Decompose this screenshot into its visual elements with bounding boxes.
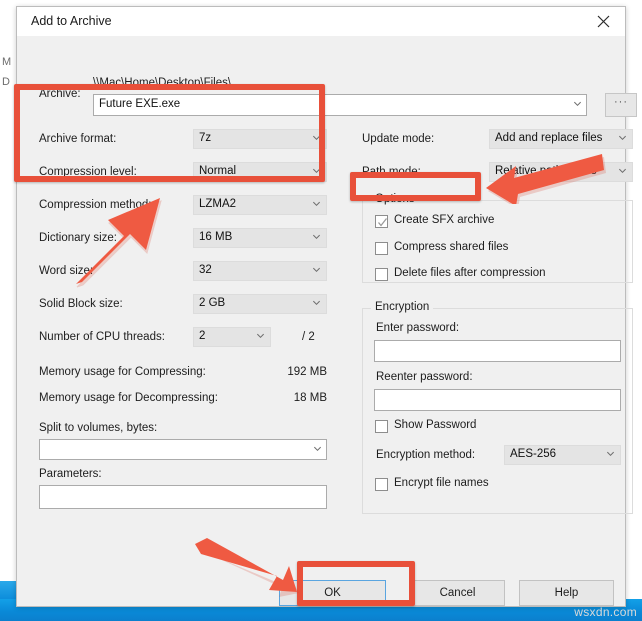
archive-format-label: Archive format: [39,133,116,145]
path-mode-value: Relative pathnames [495,165,597,177]
compress-shared-files-checkbox[interactable] [375,242,388,255]
memory-decompress-label: Memory usage for Decompressing: [39,392,218,404]
reenter-password-label: Reenter password: [376,371,473,383]
encryption-method-combobox[interactable]: AES-256 [504,445,621,465]
dictionary-size-value: 16 MB [199,231,232,243]
chevron-down-icon [618,133,627,142]
memory-compress-label: Memory usage for Compressing: [39,366,206,378]
compression-level-combobox[interactable]: Normal [193,162,327,182]
chevron-down-icon [312,298,321,307]
dictionary-size-combobox[interactable]: 16 MB [193,228,327,248]
show-password-checkbox[interactable] [375,420,388,433]
create-sfx-label: Create SFX archive [394,214,494,226]
watermark: wsxdn.com [574,605,637,619]
enter-password-label: Enter password: [376,322,459,334]
cpu-threads-value: 2 [199,330,205,342]
add-to-archive-dialog: Add to Archive Archive: \\Mac\Home\Deskt… [16,6,626,607]
help-button[interactable]: Help [519,580,614,606]
solid-block-size-label: Solid Block size: [39,298,123,310]
word-size-label: Word size: [39,265,93,277]
parameters-input[interactable] [39,485,327,509]
compression-level-value: Normal [199,165,236,177]
compression-method-combobox[interactable]: LZMA2 [193,195,327,215]
memory-decompress-value: 18 MB [269,392,327,404]
archive-format-combobox[interactable]: 7z [193,129,327,149]
compress-shared-files-label: Compress shared files [394,241,508,253]
show-password-label: Show Password [394,419,476,431]
ok-button[interactable]: OK [279,580,386,606]
dialog-titlebar: Add to Archive [17,7,625,37]
chevron-down-icon [313,444,322,453]
background-text: MD [2,52,16,92]
update-mode-label: Update mode: [362,133,434,145]
dialog-title: Add to Archive [31,14,112,28]
close-icon[interactable] [581,7,625,36]
archive-path-text: \\Mac\Home\Desktop\Files\ [93,77,231,89]
cpu-threads-combobox[interactable]: 2 [193,327,271,347]
dialog-body: Archive: \\Mac\Home\Desktop\Files\ Futur… [17,37,625,607]
chevron-down-icon [312,232,321,241]
chevron-down-icon [256,331,265,340]
cancel-button[interactable]: Cancel [410,580,505,606]
chevron-down-icon [606,449,615,458]
solid-block-size-combobox[interactable]: 2 GB [193,294,327,314]
encryption-group-title: Encryption [371,301,433,313]
cpu-threads-total: / 2 [302,331,315,343]
compression-method-value: LZMA2 [199,198,236,210]
reenter-password-input[interactable] [374,389,621,411]
chevron-down-icon [312,265,321,274]
chevron-down-icon [312,166,321,175]
chevron-down-icon [573,99,582,108]
chevron-down-icon [312,133,321,142]
parameters-label: Parameters: [39,468,102,480]
delete-files-after-compression-checkbox[interactable] [375,268,388,281]
update-mode-value: Add and replace files [495,132,602,144]
chevron-down-icon [618,166,627,175]
encrypt-file-names-checkbox[interactable] [375,478,388,491]
compression-method-label: Compression method: [39,199,152,211]
solid-block-size-value: 2 GB [199,297,225,309]
cpu-threads-label: Number of CPU threads: [39,331,165,343]
enter-password-input[interactable] [374,340,621,362]
archive-label: Archive: [39,88,81,100]
split-volumes-label: Split to volumes, bytes: [39,422,157,434]
word-size-value: 32 [199,264,212,276]
split-volumes-combobox[interactable] [39,439,327,460]
update-mode-combobox[interactable]: Add and replace files [489,129,633,149]
archive-format-value: 7z [199,132,211,144]
archive-name-combobox[interactable]: Future EXE.exe [93,94,587,116]
delete-files-after-compression-label: Delete files after compression [394,267,545,279]
browse-button[interactable]: ··· [605,93,637,117]
encrypt-file-names-label: Encrypt file names [394,477,489,489]
encryption-method-value: AES-256 [510,448,556,460]
create-sfx-checkbox[interactable] [375,215,388,228]
dictionary-size-label: Dictionary size: [39,232,117,244]
word-size-combobox[interactable]: 32 [193,261,327,281]
archive-name-value: Future EXE.exe [99,98,180,110]
path-mode-label: Path mode: [362,166,421,178]
chevron-down-icon [312,199,321,208]
options-group-title: Options [371,193,419,205]
memory-compress-value: 192 MB [269,366,327,378]
path-mode-combobox[interactable]: Relative pathnames [489,162,633,182]
compression-level-label: Compression level: [39,166,137,178]
encryption-method-label: Encryption method: [376,449,475,461]
